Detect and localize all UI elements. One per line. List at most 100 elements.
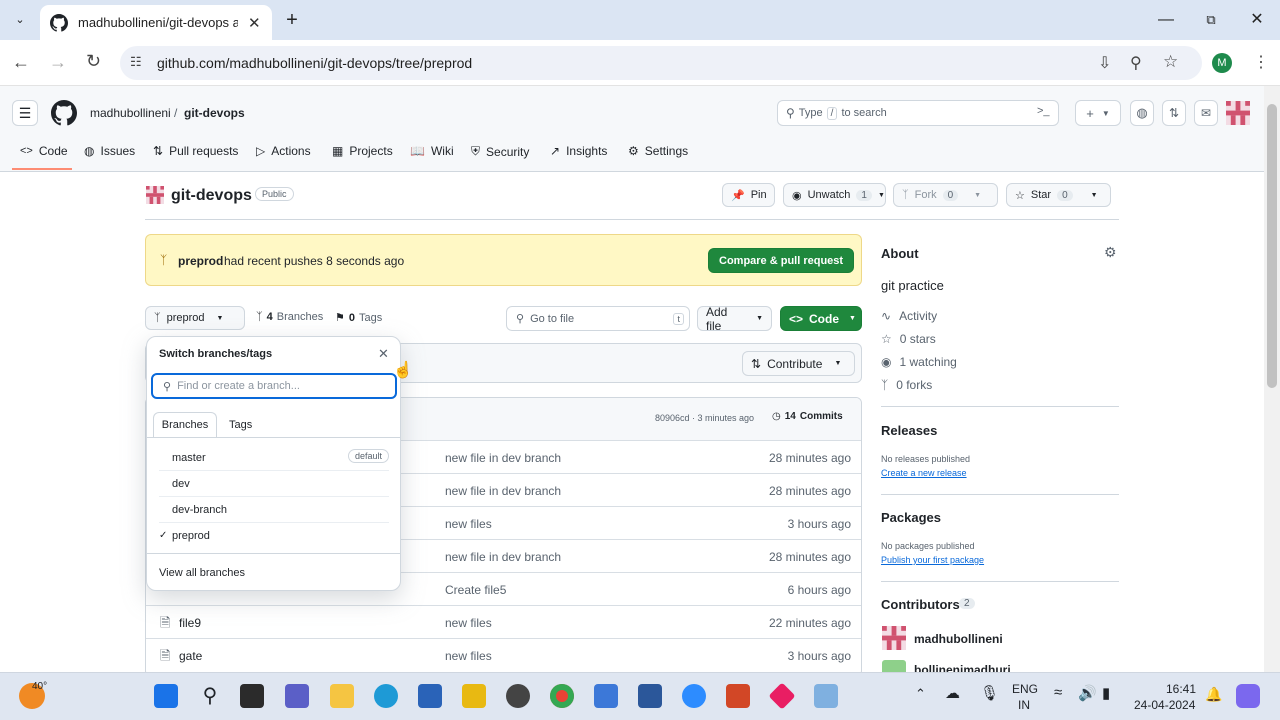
notepad-icon[interactable]	[594, 684, 618, 708]
bookmark-star-icon[interactable]: ☆	[1163, 52, 1178, 72]
teams-icon[interactable]	[285, 684, 309, 708]
inbox-icon[interactable]: ✉	[1194, 100, 1218, 126]
commit-message[interactable]: new file in dev branch	[445, 550, 561, 564]
branch-selector-button[interactable]: ᛉ preprod ▼	[145, 306, 245, 330]
unwatch-button[interactable]: ◉ Unwatch 1 ▼	[783, 183, 886, 207]
site-info-icon[interactable]: ☷	[130, 54, 142, 70]
commit-message[interactable]: new file in dev branch	[445, 484, 561, 498]
watching-link[interactable]: ◉ 1 watching	[881, 355, 957, 369]
commit-message[interactable]: new files	[445, 517, 492, 531]
dell-icon[interactable]	[506, 684, 530, 708]
issues-icon[interactable]: ◍	[1130, 100, 1154, 126]
clock-date[interactable]: 24-04-2024	[1134, 698, 1195, 712]
table-row[interactable]: 🗎 gate new files 3 hours ago	[146, 638, 861, 671]
file-name[interactable]: gate	[179, 649, 202, 663]
edge-icon[interactable]	[374, 684, 398, 708]
file-explorer-icon[interactable]	[330, 684, 354, 708]
table-row[interactable]: 🗎 file9 new files 22 minutes ago	[146, 605, 861, 638]
back-icon[interactable]: ←	[12, 52, 30, 73]
tab-insights[interactable]: ↗ Insights	[550, 144, 607, 158]
global-search-input[interactable]: ⚲ Type / to search	[777, 100, 1059, 126]
copilot-icon[interactable]	[1236, 684, 1260, 708]
releases-heading[interactable]: Releases	[881, 423, 937, 438]
forward-icon[interactable]: →	[49, 52, 67, 73]
list-item[interactable]: ✓ preprod	[159, 523, 389, 549]
tab-projects[interactable]: ▦ Projects	[332, 144, 393, 158]
new-tab-icon[interactable]: +	[282, 10, 302, 30]
pin-button[interactable]: 📌 Pin	[722, 183, 775, 207]
commit-message[interactable]: new file in dev branch	[445, 451, 561, 465]
restore-icon[interactable]: ⧉	[1201, 10, 1221, 30]
reload-icon[interactable]: ↻	[86, 51, 101, 72]
microphone-icon[interactable]: 🎙	[980, 684, 999, 702]
tab-branches[interactable]: Branches	[153, 412, 217, 438]
tab-settings[interactable]: ⚙ Settings	[628, 144, 688, 158]
contributor-name[interactable]: bollinenimadhuri	[914, 663, 1011, 672]
language-in[interactable]: IN	[1018, 698, 1030, 712]
branches-link[interactable]: ᛉ 4 Branches	[256, 311, 323, 323]
breadcrumb-repo[interactable]: git-devops	[184, 106, 245, 120]
volume-icon[interactable]: 🔊	[1078, 684, 1097, 702]
gear-icon[interactable]: ⚙	[1104, 244, 1117, 261]
commit-message[interactable]: new files	[445, 616, 492, 630]
list-item[interactable]: master default	[159, 445, 389, 471]
chevron-up-icon[interactable]: ⌃	[915, 686, 926, 702]
star-button[interactable]: ☆ Star 0 ▼	[1006, 183, 1111, 207]
list-item[interactable]: dev	[159, 471, 389, 497]
breadcrumb-owner[interactable]: madhubollineni	[90, 106, 171, 120]
power-bi-icon[interactable]	[462, 684, 486, 708]
zoom-icon[interactable]: ⚲	[1130, 53, 1142, 73]
contributor-avatar[interactable]	[882, 626, 906, 650]
publish-package-link[interactable]: Publish your first package	[881, 555, 984, 565]
store-icon[interactable]	[418, 684, 442, 708]
view-all-branches-link[interactable]: View all branches	[159, 567, 245, 579]
repo-title[interactable]: git-devops	[171, 187, 252, 205]
powerpoint-icon[interactable]	[726, 684, 750, 708]
close-tab-icon[interactable]: ✕	[248, 14, 261, 32]
tab-security[interactable]: ⛨ Security	[471, 144, 529, 159]
battery-icon[interactable]: ▮	[1102, 684, 1110, 702]
commit-message[interactable]: new files	[445, 649, 492, 663]
zoom-icon[interactable]	[682, 684, 706, 708]
add-file-button[interactable]: Add file ▼	[697, 305, 772, 333]
go-to-file-input[interactable]: ⚲ Go to file t	[506, 306, 690, 331]
browser-tab[interactable]: madhubollineni/git-devops at ✕	[40, 5, 272, 40]
create-release-link[interactable]: Create a new release	[881, 468, 967, 478]
compare-pull-request-button[interactable]: Compare & pull request	[708, 248, 855, 273]
activity-link[interactable]: ∿ Activity	[881, 309, 937, 323]
stars-link[interactable]: ☆ 0 stars	[881, 332, 936, 346]
tab-wiki[interactable]: 📖 Wiki	[410, 144, 454, 158]
search-icon[interactable]: ⚲	[198, 684, 222, 708]
contributors-heading[interactable]: Contributors	[881, 597, 960, 612]
forks-link[interactable]: ᛉ 0 forks	[881, 378, 932, 392]
packages-heading[interactable]: Packages	[881, 510, 941, 525]
tab-list-chevron-icon[interactable]: ⌄	[10, 10, 30, 30]
chrome-icon[interactable]	[550, 684, 574, 708]
list-item[interactable]: dev-branch	[159, 497, 389, 523]
hamburger-menu-icon[interactable]: ☰	[12, 100, 38, 126]
file-name[interactable]: file9	[179, 616, 201, 630]
address-bar[interactable]: ☷ github.com/madhubollineni/git-devops/t…	[120, 46, 1202, 80]
tab-issues[interactable]: ◍ Issues	[84, 144, 135, 158]
tags-link[interactable]: ⚑ 0 Tags	[335, 311, 382, 325]
user-avatar[interactable]	[1226, 101, 1250, 125]
photos-icon[interactable]	[814, 684, 838, 708]
minimize-icon[interactable]: —	[1156, 10, 1176, 30]
pull-requests-icon[interactable]: ⇅	[1162, 100, 1186, 126]
clock-time[interactable]: 16:41	[1166, 682, 1196, 696]
close-window-icon[interactable]: ✕	[1247, 10, 1267, 30]
banner-branch[interactable]: preprod	[178, 254, 223, 268]
task-view-icon[interactable]	[240, 684, 264, 708]
tab-pull-requests[interactable]: ⇅ Pull requests	[153, 144, 238, 158]
windows-start-icon[interactable]	[154, 684, 178, 708]
contribute-button[interactable]: ⇅ Contribute ▼	[742, 351, 855, 376]
create-new-button[interactable]: + ▼	[1075, 100, 1121, 126]
contributor-avatar[interactable]	[882, 660, 906, 672]
fork-button[interactable]: ᛉ Fork 0 ▼	[893, 183, 998, 207]
notification-bell-icon[interactable]: 🔔	[1205, 686, 1222, 703]
code-button[interactable]: <> Code ▼	[780, 306, 862, 331]
tab-tags[interactable]: Tags	[229, 419, 252, 431]
command-palette-icon[interactable]: >_	[1037, 105, 1050, 117]
tab-actions[interactable]: ▷ Actions	[256, 144, 311, 158]
commit-message[interactable]: Create file5	[445, 583, 506, 597]
